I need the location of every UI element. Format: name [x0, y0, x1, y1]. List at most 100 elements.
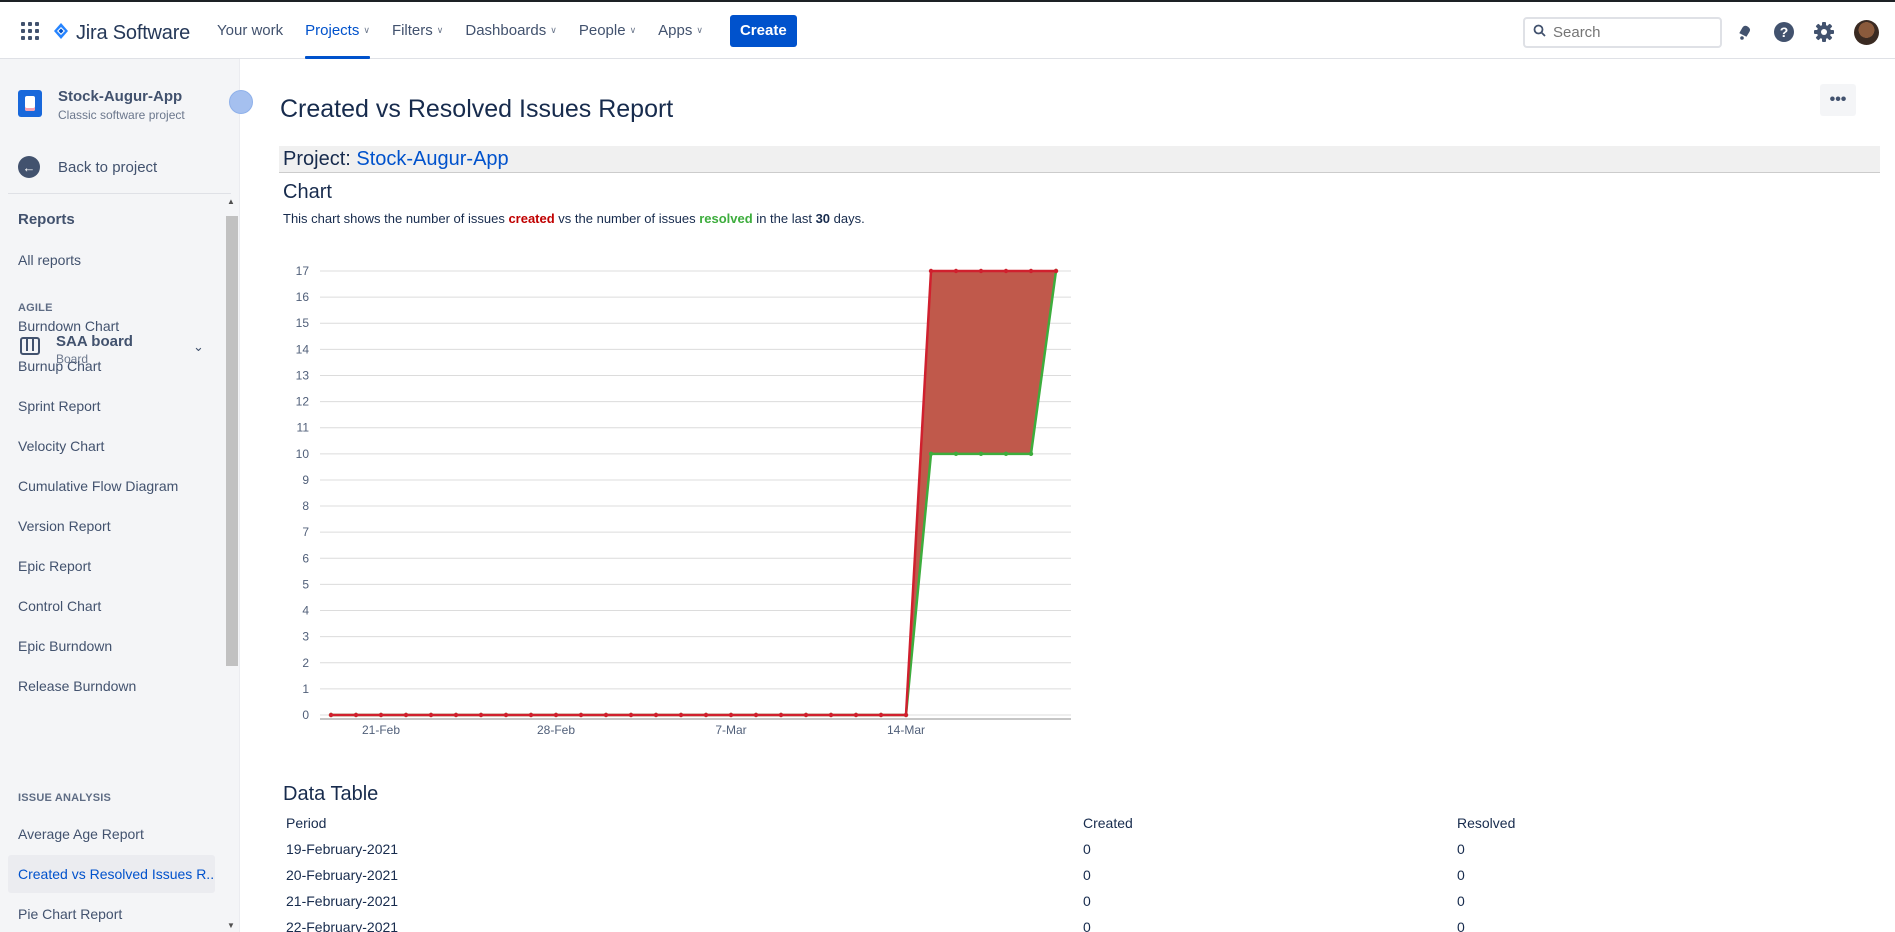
scrollbar-thumb[interactable] [226, 216, 238, 666]
nav-item-filters[interactable]: Filters ∨ [381, 2, 454, 59]
main-nav: Your work Projects ∨ Filters ∨ Dashboards ∨ Peo… [206, 2, 797, 59]
created-data-point [953, 268, 959, 274]
sidebar-scrollbar[interactable]: ▲ ▼ [224, 194, 239, 932]
table-cell-period: 19-February-2021 [286, 841, 399, 857]
y-tick-label: 3 [302, 630, 309, 644]
search-icon [1533, 24, 1546, 42]
table-cell-resolved: 0 [1457, 893, 1465, 909]
settings-gear-icon[interactable] [1812, 20, 1836, 44]
create-button[interactable]: Create [729, 14, 797, 47]
sidebar-item-cumulative-flow-diagram[interactable]: Cumulative Flow Diagram [8, 467, 215, 505]
table-cell-resolved: 0 [1457, 867, 1465, 883]
table-cell-created: 0 [1083, 841, 1091, 857]
nav-item-your-work[interactable]: Your work [206, 2, 294, 59]
table-cell-created: 0 [1083, 867, 1091, 883]
table-cell-resolved: 0 [1457, 919, 1465, 932]
svg-text:?: ? [1780, 24, 1789, 40]
y-tick-label: 17 [296, 264, 310, 278]
created-data-point [603, 712, 609, 718]
back-arrow-icon: ← [18, 156, 40, 178]
table-cell-period: 21-February-2021 [286, 893, 399, 909]
created-data-point [653, 712, 659, 718]
chevron-down-icon: ∨ [696, 25, 703, 35]
y-tick-label: 7 [302, 525, 309, 539]
search-box[interactable] [1523, 17, 1722, 48]
created-data-point [678, 712, 684, 718]
sidebar-item-epic-report[interactable]: Epic Report [8, 547, 215, 585]
project-name: Stock-Augur-App [58, 88, 183, 105]
user-avatar[interactable] [1854, 20, 1879, 45]
nav-item-label: Apps [658, 22, 693, 39]
sidebar-item-burndown-chart[interactable]: Burndown Chart [8, 307, 215, 345]
created-data-point [878, 712, 884, 718]
scroll-up-arrow-icon[interactable]: ▲ [227, 197, 235, 206]
resolved-data-point [953, 451, 959, 457]
y-tick-label: 10 [296, 447, 310, 461]
resolved-data-point [928, 451, 934, 457]
chevron-down-icon: ∨ [550, 25, 557, 35]
sidebar-item-sprint-report[interactable]: Sprint Report [8, 387, 215, 425]
project-avatar-icon [18, 90, 42, 117]
help-icon[interactable]: ? [1772, 20, 1796, 44]
nav-item-apps[interactable]: Apps ∨ [647, 2, 714, 59]
chevron-down-icon: ∨ [629, 25, 637, 35]
jira-logo[interactable]: Jira Software [52, 20, 190, 47]
back-to-project-link[interactable]: ← Back to project [18, 156, 157, 178]
sidebar-item-version-report[interactable]: Version Report [8, 507, 215, 545]
sidebar-item-average-age-report[interactable]: Average Age Report [8, 815, 215, 853]
table-cell-period: 20-February-2021 [286, 867, 399, 883]
sidebar-item-release-burndown[interactable]: Release Burndown [8, 667, 215, 705]
created-data-point [428, 712, 434, 718]
search-input[interactable] [1553, 24, 1703, 41]
created-data-point [703, 712, 709, 718]
sidebar-item-epic-burndown[interactable]: Epic Burndown [8, 627, 215, 665]
created-data-point [753, 712, 759, 718]
y-tick-label: 16 [296, 290, 310, 304]
app-name: Jira Software [76, 22, 191, 44]
nav-item-projects[interactable]: Projects ∨ [294, 2, 381, 59]
created-vs-resolved-chart: 0123456789101112131415161721-Feb 28-Feb 7-… [296, 264, 1071, 737]
resolved-data-point [1003, 451, 1009, 457]
y-tick-label: 9 [302, 473, 309, 487]
nav-item-dashboards[interactable]: Dashboards ∨ [454, 2, 567, 59]
reports-heading: Reports [18, 211, 75, 228]
created-data-point [1028, 268, 1034, 274]
x-tick-label: 7-Mar [715, 723, 746, 737]
created-data-point [928, 268, 934, 274]
scroll-down-arrow-icon[interactable]: ▼ [227, 921, 235, 930]
x-tick-label: 28-Feb [537, 723, 575, 737]
created-data-point [578, 712, 584, 718]
table-cell-resolved: 0 [1457, 841, 1465, 857]
top-navigation-bar: Jira Software Your work Projects ∨ Filters ∨… [0, 0, 1895, 59]
sidebar-item-all-reports[interactable]: All reports [8, 241, 215, 279]
chevron-down-icon: ∨ [363, 25, 370, 35]
sidebar-item-control-chart[interactable]: Control Chart [8, 587, 215, 625]
sidebar-divider [8, 193, 231, 194]
created-data-point [628, 712, 634, 718]
table-cell-period: 22-February-2021 [286, 919, 399, 932]
sidebar-item-pie-chart-report[interactable]: Pie Chart Report [8, 895, 215, 932]
y-tick-label: 12 [296, 395, 310, 409]
jira-diamond-icon [52, 20, 70, 47]
y-tick-label: 15 [296, 316, 310, 330]
column-header: Created [1083, 815, 1133, 831]
y-tick-label: 11 [297, 421, 310, 435]
nav-item-people[interactable]: People ∨ [568, 2, 647, 59]
created-data-point [778, 712, 784, 718]
sidebar-item-created-vs-resolved-issues-r[interactable]: Created vs Resolved Issues R... [8, 855, 215, 893]
created-data-point [453, 712, 459, 718]
project-header[interactable]: Stock-Augur-App Classic software project [18, 88, 185, 122]
chevron-down-icon: ∨ [436, 25, 444, 35]
app-switcher-icon[interactable] [20, 21, 40, 41]
notifications-icon[interactable] [1733, 20, 1757, 44]
nav-item-label: Projects [305, 22, 360, 39]
y-tick-label: 2 [302, 656, 309, 670]
table-cell-created: 0 [1083, 893, 1091, 909]
created-data-point [978, 268, 984, 274]
sidebar-item-velocity-chart[interactable]: Velocity Chart [8, 427, 215, 465]
created-data-point [828, 712, 834, 718]
sidebar-item-burnup-chart[interactable]: Burnup Chart [8, 347, 215, 385]
x-tick-label: 21-Feb [362, 723, 400, 737]
created-data-point [903, 712, 909, 718]
y-tick-label: 1 [302, 682, 309, 696]
